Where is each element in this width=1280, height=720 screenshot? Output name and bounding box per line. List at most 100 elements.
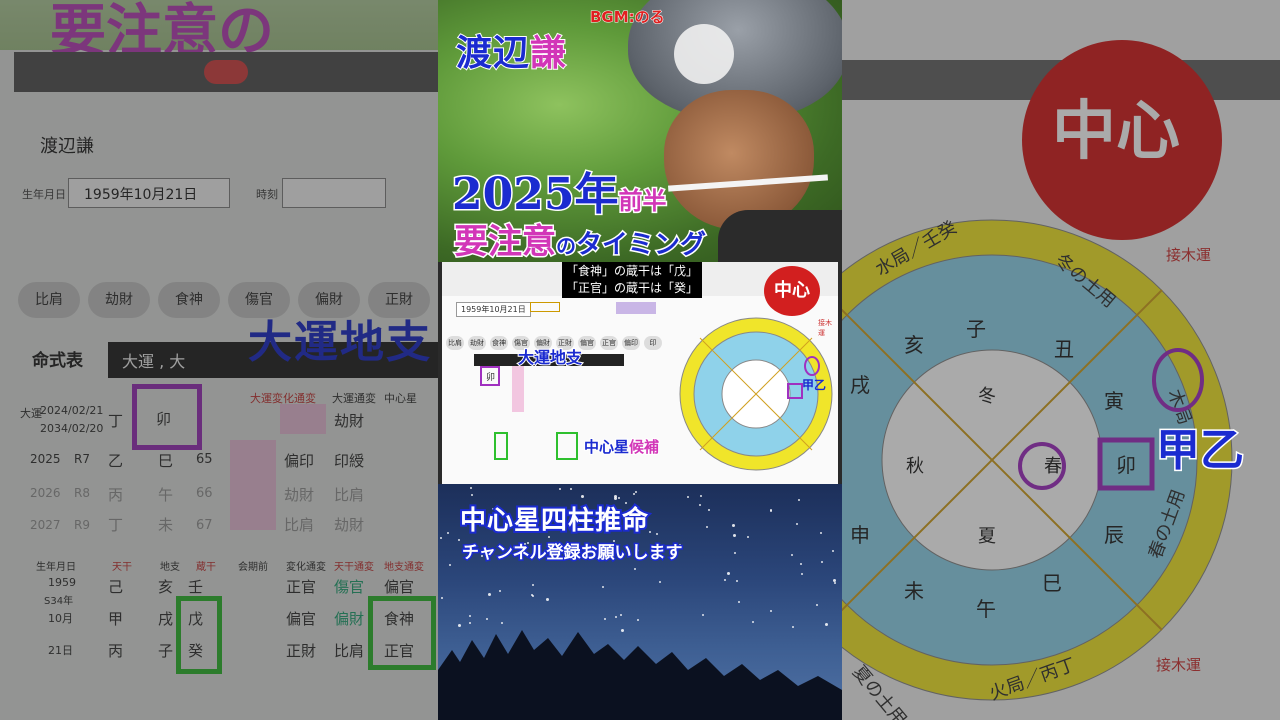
pillar-zoukan: 癸 [188, 642, 204, 660]
row-branch: 未 [158, 516, 174, 534]
background-left-panel: 要注意の 渡辺謙 生年月日 1959年10月21日 時刻 比肩 劫財 食神 傷官… [0, 0, 438, 720]
row-branch: 午 [158, 486, 174, 504]
star [659, 581, 661, 583]
row-b: 比肩 [334, 486, 365, 504]
star [738, 601, 740, 603]
pillar-stem: 己 [108, 578, 124, 596]
wheel-branch-chou: 丑 [1054, 337, 1074, 361]
star [546, 598, 549, 601]
star [635, 491, 637, 493]
pillar-stem: 丙 [108, 642, 124, 660]
star [499, 590, 501, 592]
star [532, 584, 534, 586]
starry-sky: 中心星四柱推命 チャンネル登録お願いします [438, 484, 842, 720]
star [733, 534, 736, 537]
wheel-season-winter: 冬 [978, 386, 996, 407]
mini-tab[interactable]: 比肩 [446, 336, 464, 350]
bgm-credit: BGM:のる [590, 8, 666, 27]
mini-tab[interactable]: 偏印 [622, 336, 640, 350]
row-a: 比肩 [284, 516, 315, 534]
wheel-branch-wei: 未 [904, 579, 924, 603]
wheel-season-autumn: 秋 [906, 456, 924, 477]
screenshot-time-field[interactable] [530, 302, 560, 312]
row-stem: 丁 [108, 516, 124, 534]
star [687, 496, 689, 498]
star [821, 561, 823, 563]
star [470, 487, 472, 489]
main-short-frame: BGM:のる 渡辺謙 2025年前半 要注意のタイミング 「食神」の蔵干は「戊」… [438, 0, 842, 720]
star [834, 582, 836, 584]
tab-gouzai[interactable]: 劫財 [88, 282, 150, 318]
pillar-header: 地支 [160, 562, 180, 573]
star [618, 497, 620, 499]
star [559, 488, 561, 490]
pillar-chishi: 偏官 [384, 578, 415, 596]
mini-tab[interactable]: 劫財 [468, 336, 486, 350]
name-part-1: 渡辺 [455, 31, 531, 75]
caution-small: の [555, 233, 578, 260]
actor-shoulder [718, 210, 842, 270]
pillar-branch: 戌 [158, 610, 174, 628]
mini-tab[interactable]: 食神 [490, 336, 508, 350]
star [699, 504, 701, 506]
caption-line-2: 「正官」の蔵干は「癸」 [566, 281, 699, 295]
celebrity-name: 渡辺謙 [455, 24, 567, 76]
annotation-center-star: 中心星候補 [583, 436, 660, 457]
pillar-day-label: 21日 [48, 644, 73, 657]
mini-highlight-zoukan [494, 432, 508, 460]
row-stem: 乙 [108, 452, 124, 470]
daiun-branch: 卯 [156, 410, 172, 428]
row-num: 65 [196, 452, 213, 467]
birth-date-field[interactable]: 1959年10月21日 [68, 178, 230, 208]
pillar-zoukan: 戊 [188, 610, 204, 628]
star [832, 550, 834, 552]
star [747, 536, 749, 538]
channel-title: 中心星四柱推命 [458, 504, 650, 538]
mini-tab[interactable]: 印 [644, 336, 662, 350]
graft-label-top: 接木運 [1166, 246, 1211, 264]
tab-hikata[interactable]: 比肩 [18, 282, 80, 318]
wheel-branch-si: 巳 [1042, 571, 1062, 595]
row-b: 印綬 [334, 452, 365, 470]
screenshot-purple-button[interactable] [616, 302, 656, 314]
row-year: 2027 [30, 518, 61, 532]
pillar-year-label: 1959 [48, 576, 76, 589]
star [602, 586, 604, 588]
pillar-header: 天干通変 [334, 562, 374, 573]
star [471, 494, 473, 496]
pillar-header: 生年月日 [36, 562, 76, 573]
star [700, 495, 702, 497]
wheel-branch-shen: 申 [850, 523, 870, 547]
actor-face [664, 90, 814, 230]
screenshot-date-field[interactable]: 1959年10月21日 [456, 302, 531, 317]
star [727, 572, 730, 575]
wheel-branch-yin: 寅 [1104, 389, 1124, 413]
star [633, 493, 635, 495]
time-label: 時刻 [256, 188, 278, 201]
wheel-season-spring: 春 [1044, 456, 1062, 477]
tree-silhouette [438, 630, 842, 720]
screenshot-caption: 「食神」の蔵干は「戊」 「正官」の蔵干は「癸」 [562, 262, 702, 298]
wheel-branch-hai: 亥 [904, 333, 924, 357]
pillar-tenkan: 比肩 [334, 642, 365, 660]
mini-tab[interactable]: 正官 [600, 336, 618, 350]
row-year: 2026 [30, 486, 61, 500]
star [449, 564, 451, 566]
wheel-season-summer: 夏 [978, 526, 996, 547]
pink-cell [280, 404, 326, 434]
time-field[interactable] [282, 178, 386, 208]
daiun-stem: 丁 [108, 412, 124, 430]
daiun-label: 大運 [20, 407, 42, 420]
five-elements-wheel: 子 丑 寅 卯 辰 巳 午 未 申 戌 亥 冬 春 夏 秋 水局／壬癸 冬の土用… [842, 217, 1233, 720]
star [570, 488, 572, 490]
mini-wheel [679, 317, 833, 471]
pillar-henka: 正官 [286, 578, 317, 596]
overlay-title: 大運地支 [248, 317, 432, 368]
subscribe-request: チャンネル登録お願いします [461, 542, 684, 565]
col-header-2: 大運通変 [332, 392, 376, 405]
background-right-panel: 中心 子 丑 寅 卯 辰 巳 午 未 申 戌 亥 冬 春 夏 秋 水局／壬癸 冬… [842, 0, 1280, 720]
graft-label-bottom: 接木運 [1156, 656, 1201, 674]
pillar-chishi: 食神 [384, 610, 415, 628]
tab-shokushin[interactable]: 食神 [158, 282, 220, 318]
wheel-branch-mao: 卯 [1116, 453, 1136, 477]
